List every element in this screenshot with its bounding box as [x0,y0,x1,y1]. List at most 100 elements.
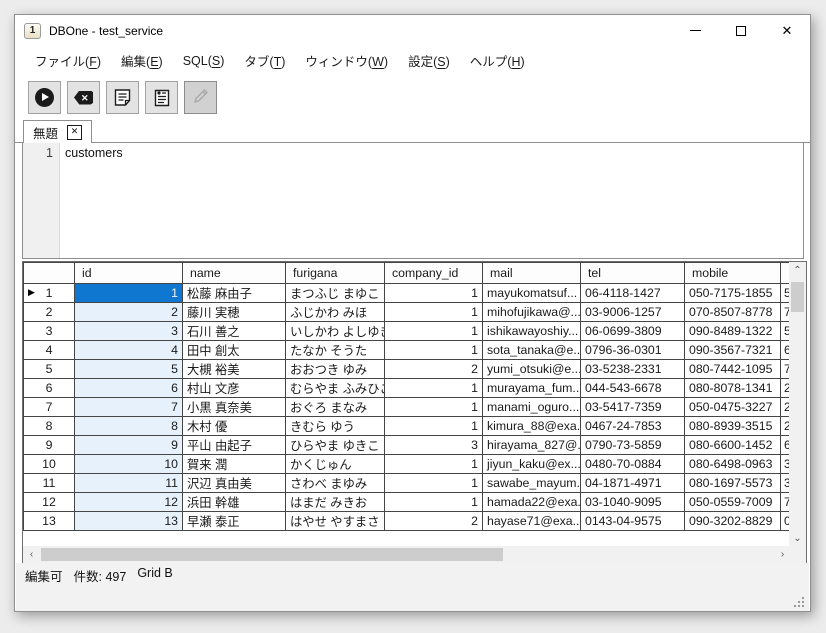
cell-name[interactable]: 木村 優 [183,417,286,436]
cell-mail[interactable]: sawabe_mayum... [483,474,581,493]
scroll-left-icon[interactable]: ‹ [23,546,40,563]
cell-name[interactable]: 石川 善之 [183,322,286,341]
note-button[interactable] [106,81,139,114]
cell-tel[interactable]: 044-543-6678 [581,379,685,398]
cell-mail[interactable]: mihofujikawa@... [483,303,581,322]
cell-mobile[interactable]: 080-6600-1452 [685,436,781,455]
cell-mobile[interactable]: 050-0475-3227 [685,398,781,417]
cell-company_id[interactable]: 3 [385,436,483,455]
edit-toggle-button[interactable] [184,81,217,114]
cell-name[interactable]: 藤川 実穂 [183,303,286,322]
column-header-rowhdr[interactable] [24,263,75,284]
cell-mail[interactable]: kimura_88@exa... [483,417,581,436]
cell-name[interactable]: 賀来 潤 [183,455,286,474]
cell-name[interactable]: 沢辺 真由美 [183,474,286,493]
cell-furigana[interactable]: きむら ゆう [286,417,385,436]
cell-company_id[interactable]: 1 [385,474,483,493]
cell-mobile[interactable]: 050-0559-7009 [685,493,781,512]
cell-id[interactable]: 11 [75,474,183,493]
cell-id[interactable]: 2 [75,303,183,322]
cell-mail[interactable]: hamada22@exa... [483,493,581,512]
cell-mobile[interactable]: 080-6498-0963 [685,455,781,474]
column-header-mobile[interactable]: mobile [685,263,781,284]
cell-row-header[interactable]: 12 [24,493,75,512]
cell-company_id[interactable]: 1 [385,398,483,417]
cell-row-header[interactable]: 11 [24,474,75,493]
scroll-down-icon[interactable]: ⌄ [789,530,806,547]
cell-id[interactable]: 13 [75,512,183,531]
cell-row-header[interactable]: 7 [24,398,75,417]
cell-tel[interactable]: 03-5417-7359 [581,398,685,417]
cell-name[interactable]: 浜田 幹雄 [183,493,286,512]
menu-edit[interactable]: 編集(E) [111,46,173,75]
cell-tel[interactable]: 0480-70-0884 [581,455,685,474]
cell-row-header[interactable]: ▶1 [24,284,75,303]
cell-mobile[interactable]: 080-8078-1341 [685,379,781,398]
cell-company_id[interactable]: 1 [385,341,483,360]
cell-mobile[interactable]: 090-3202-8829 [685,512,781,531]
cell-row-header[interactable]: 9 [24,436,75,455]
cell-tel[interactable]: 03-9006-1257 [581,303,685,322]
cell-company_id[interactable]: 1 [385,417,483,436]
cell-mail[interactable]: ishikawayoshiy... [483,322,581,341]
stop-button[interactable] [67,81,100,114]
cell-id[interactable]: 12 [75,493,183,512]
column-header-id[interactable]: id [75,263,183,284]
cell-id[interactable]: 1 [75,284,183,303]
menu-help[interactable]: ヘルプ(H) [460,46,535,75]
cell-mobile[interactable]: 090-8489-1322 [685,322,781,341]
cell-row-header[interactable]: 4 [24,341,75,360]
cell-id[interactable]: 4 [75,341,183,360]
cell-mobile[interactable]: 070-8507-8778 [685,303,781,322]
cell-name[interactable]: 村山 文彦 [183,379,286,398]
menu-window[interactable]: ウィンドウ(W) [295,46,398,75]
cell-mail[interactable]: mayukomatsuf... [483,284,581,303]
cell-furigana[interactable]: むらやま ふみひこ [286,379,385,398]
cell-company_id[interactable]: 2 [385,512,483,531]
cell-furigana[interactable]: まつふじ まゆこ [286,284,385,303]
menu-file[interactable]: ファイル(F) [25,46,111,75]
cell-id[interactable]: 10 [75,455,183,474]
tab-close-icon[interactable]: ✕ [67,125,82,140]
menu-sql[interactable]: SQL(S) [173,49,235,73]
cell-mail[interactable]: sota_tanaka@e... [483,341,581,360]
cell-mail[interactable]: jiyun_kaku@ex... [483,455,581,474]
cell-company_id[interactable]: 2 [385,360,483,379]
cell-mobile[interactable]: 080-1697-5573 [685,474,781,493]
cell-mail[interactable]: hayase71@exa... [483,512,581,531]
cell-company_id[interactable]: 1 [385,493,483,512]
cell-company_id[interactable]: 1 [385,455,483,474]
vertical-scroll-thumb[interactable] [791,282,804,312]
cell-name[interactable]: 田中 創太 [183,341,286,360]
cell-mail[interactable]: yumi_otsuki@e... [483,360,581,379]
cell-id[interactable]: 5 [75,360,183,379]
cell-furigana[interactable]: さわべ まゆみ [286,474,385,493]
cell-row-header[interactable]: 10 [24,455,75,474]
cell-name[interactable]: 大槻 裕美 [183,360,286,379]
menu-settings[interactable]: 設定(S) [398,46,460,75]
tab-untitled[interactable]: 無題 ✕ [23,120,92,143]
cell-company_id[interactable]: 1 [385,322,483,341]
cell-furigana[interactable]: いしかわ よしゆき [286,322,385,341]
cell-mail[interactable]: murayama_fum... [483,379,581,398]
cell-mobile[interactable]: 080-8939-3515 [685,417,781,436]
cell-id[interactable]: 7 [75,398,183,417]
cell-row-header[interactable]: 5 [24,360,75,379]
cell-row-header[interactable]: 13 [24,512,75,531]
cell-tel[interactable]: 04-1871-4971 [581,474,685,493]
cell-company_id[interactable]: 1 [385,284,483,303]
cell-id[interactable]: 3 [75,322,183,341]
cell-id[interactable]: 6 [75,379,183,398]
script-button[interactable] [145,81,178,114]
cell-tel[interactable]: 03-1040-9095 [581,493,685,512]
cell-mail[interactable]: hirayama_827@... [483,436,581,455]
cell-name[interactable]: 早瀬 泰正 [183,512,286,531]
column-header-name[interactable]: name [183,263,286,284]
cell-id[interactable]: 9 [75,436,183,455]
cell-mobile[interactable]: 050-7175-1855 [685,284,781,303]
cell-furigana[interactable]: ひらやま ゆきこ [286,436,385,455]
minimize-button[interactable] [672,15,718,46]
cell-furigana[interactable]: はまだ みきお [286,493,385,512]
cell-tel[interactable]: 06-4118-1427 [581,284,685,303]
vertical-scrollbar[interactable]: ⌃ ⌄ [789,262,806,547]
